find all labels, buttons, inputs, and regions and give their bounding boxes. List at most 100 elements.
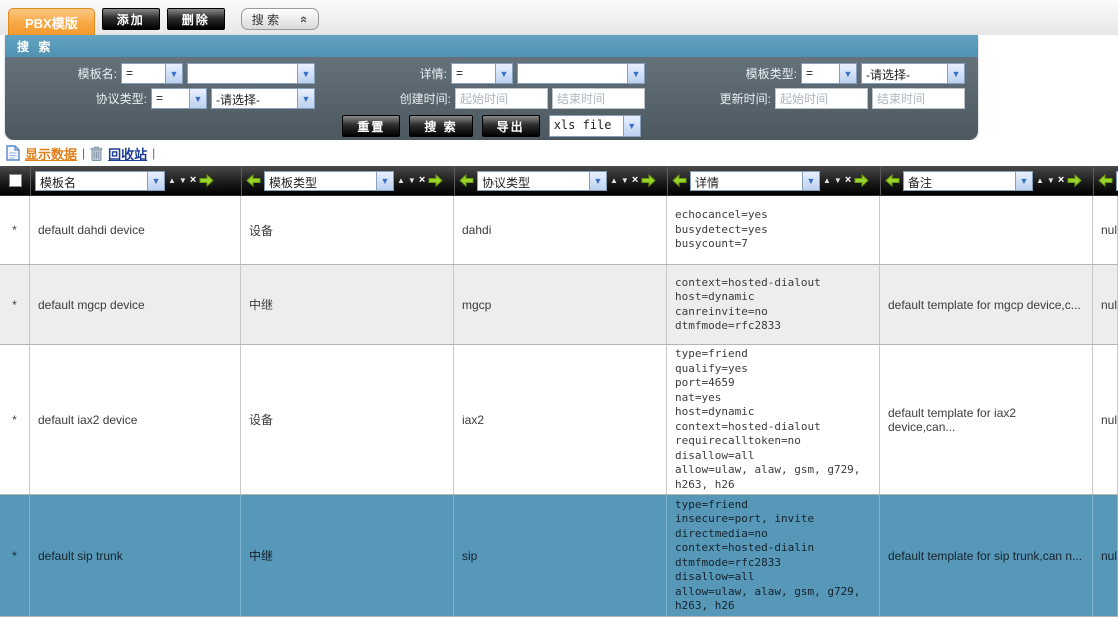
move-column-right-icon[interactable] [641, 174, 656, 187]
cell-extra: null [1093, 345, 1118, 494]
template-type-value-select[interactable]: -请选择- ▼ [861, 63, 965, 84]
create-time-label: 创建时间: [400, 90, 451, 107]
sort-desc-icon[interactable]: ▼ [179, 177, 187, 185]
cell-detail: type=friend insecure=port, invite direct… [667, 495, 880, 616]
sort-asc-icon[interactable]: ▲ [610, 177, 618, 185]
move-column-left-icon[interactable] [1098, 174, 1113, 187]
chevron-down-icon: ▼ [165, 64, 182, 83]
column-select-template-name[interactable]: 模板名 ▼ [35, 171, 165, 191]
row-marker: * [0, 196, 30, 264]
create-time-end-input[interactable] [552, 88, 645, 109]
column-header-template-name: 模板名 ▼ ▲ ▼ × [30, 166, 241, 195]
chevron-down-icon: ▼ [589, 172, 606, 190]
cell-extra: null [1093, 196, 1118, 264]
sort-desc-icon[interactable]: ▼ [621, 177, 629, 185]
remove-column-icon[interactable]: × [845, 175, 851, 186]
sort-asc-icon[interactable]: ▲ [823, 177, 831, 185]
cell-template-name: default dahdi device [30, 196, 241, 264]
column-header-clipped [1093, 166, 1118, 195]
remove-column-icon[interactable]: × [190, 175, 196, 186]
cell-template-type: 设备 [241, 345, 454, 494]
move-column-left-icon[interactable] [459, 174, 474, 187]
collapse-chevron-icon: « [297, 15, 312, 22]
chevron-down-icon: ▼ [297, 89, 314, 108]
sort-desc-icon[interactable]: ▼ [1047, 177, 1055, 185]
create-time-start-input[interactable] [455, 88, 548, 109]
column-select-detail[interactable]: 详情 ▼ [690, 171, 820, 191]
remove-column-icon[interactable]: × [1058, 175, 1064, 186]
update-time-label: 更新时间: [720, 90, 771, 107]
column-select-remark[interactable]: 备注 ▼ [903, 171, 1033, 191]
cell-extra: null [1093, 265, 1118, 344]
search-buttons-row: 重置 搜 索 导出 xls file ▼ [15, 115, 968, 137]
delete-button[interactable]: 删除 [167, 8, 225, 30]
sort-desc-icon[interactable]: ▼ [408, 177, 416, 185]
detail-operator-select[interactable]: = ▼ [451, 63, 513, 84]
table-row[interactable]: * default dahdi device 设备 dahdi echocanc… [0, 196, 1118, 265]
table-row[interactable]: * default mgcp device 中继 mgcp context=ho… [0, 265, 1118, 345]
move-column-left-icon[interactable] [672, 174, 687, 187]
search-button[interactable]: 搜 索 [409, 115, 472, 137]
column-select-protocol-type[interactable]: 协议类型 ▼ [477, 171, 607, 191]
move-column-right-icon[interactable] [854, 174, 869, 187]
link-separator: | [152, 146, 155, 160]
column-header-remark: 备注 ▼ ▲ ▼ × [880, 166, 1093, 195]
top-toolbar: PBX模版 添加 删除 搜 索 « [0, 0, 1118, 35]
cell-template-type: 中继 [241, 495, 454, 616]
recycle-bin-link[interactable]: 回收站 [108, 144, 147, 163]
search-row-1: 模板名: = ▼ ▼ 详情: = ▼ [15, 63, 968, 84]
cell-remark: default template for mgcp device,c... [880, 265, 1093, 344]
table-row[interactable]: * default iax2 device 设备 iax2 type=frien… [0, 345, 1118, 495]
cell-template-name: default sip trunk [30, 495, 241, 616]
cell-template-name: default iax2 device [30, 345, 241, 494]
chevron-down-icon: ▼ [1015, 172, 1032, 190]
move-column-right-icon[interactable] [199, 174, 214, 187]
template-name-operator-select[interactable]: = ▼ [121, 63, 183, 84]
search-panel: 搜 索 模板名: = ▼ ▼ 详情: = [5, 35, 978, 140]
chevron-down-icon: ▼ [623, 116, 640, 136]
cell-remark [880, 196, 1093, 264]
remove-column-icon[interactable]: × [419, 175, 425, 186]
search-collapse-toggle[interactable]: 搜 索 « [241, 8, 320, 30]
move-column-left-icon[interactable] [246, 174, 261, 187]
protocol-type-label: 协议类型: [96, 90, 147, 107]
cell-remark: default template for sip trunk,can n... [880, 495, 1093, 616]
remove-column-icon[interactable]: × [632, 175, 638, 186]
update-time-start-input[interactable] [775, 88, 868, 109]
column-header-detail: 详情 ▼ ▲ ▼ × [667, 166, 880, 195]
sort-asc-icon[interactable]: ▲ [397, 177, 405, 185]
select-all-checkbox[interactable] [9, 174, 22, 187]
sort-asc-icon[interactable]: ▲ [1036, 177, 1044, 185]
sort-asc-icon[interactable]: ▲ [168, 177, 176, 185]
tab-pbx-template[interactable]: PBX模版 [8, 8, 95, 35]
chevron-down-icon: ▼ [147, 172, 164, 190]
search-panel-title: 搜 索 [5, 35, 978, 57]
add-button[interactable]: 添加 [102, 8, 160, 30]
export-button[interactable]: 导出 [482, 115, 540, 137]
templates-table: 模板名 ▼ ▲ ▼ × 模板类型 ▼ ▲ ▼ [0, 166, 1118, 617]
row-marker: * [0, 265, 30, 344]
template-name-value-select[interactable]: ▼ [187, 63, 315, 84]
protocol-value-select[interactable]: -请选择- ▼ [211, 88, 315, 109]
trash-icon [90, 146, 103, 161]
cell-template-type: 中继 [241, 265, 454, 344]
sort-desc-icon[interactable]: ▼ [834, 177, 842, 185]
reset-button[interactable]: 重置 [342, 115, 400, 137]
chevron-down-icon: ▼ [802, 172, 819, 190]
cell-template-type: 设备 [241, 196, 454, 264]
cell-protocol: dahdi [454, 196, 667, 264]
export-format-select[interactable]: xls file ▼ [549, 115, 641, 137]
chevron-down-icon: ▼ [376, 172, 393, 190]
chevron-down-icon: ▼ [495, 64, 512, 83]
move-column-left-icon[interactable] [885, 174, 900, 187]
column-select-template-type[interactable]: 模板类型 ▼ [264, 171, 394, 191]
template-type-operator-select[interactable]: = ▼ [801, 63, 857, 84]
move-column-right-icon[interactable] [428, 174, 443, 187]
search-toggle-label: 搜 索 [252, 11, 279, 28]
show-data-link[interactable]: 显示数据 [25, 144, 77, 163]
detail-value-select[interactable]: ▼ [517, 63, 645, 84]
update-time-end-input[interactable] [872, 88, 965, 109]
table-row-selected[interactable]: * default sip trunk 中继 sip type=friend i… [0, 495, 1118, 617]
protocol-operator-select[interactable]: = ▼ [151, 88, 207, 109]
move-column-right-icon[interactable] [1067, 174, 1082, 187]
